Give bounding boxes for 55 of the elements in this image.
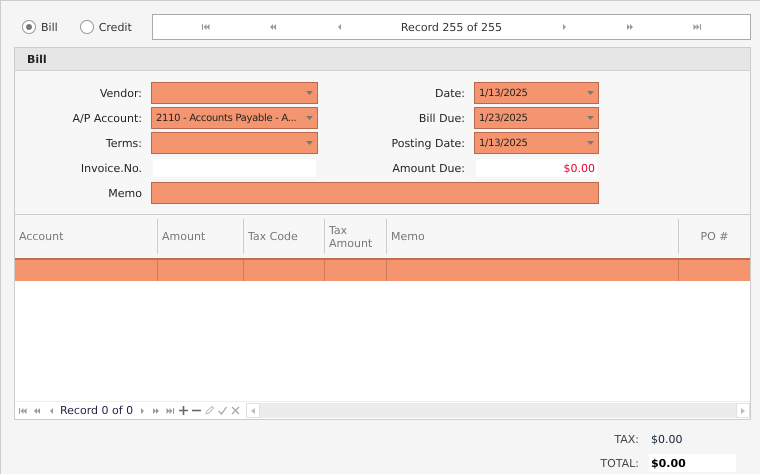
field-label: Bill Due: xyxy=(418,112,465,124)
radio-button[interactable]: Bill xyxy=(22,20,58,34)
previous-page-icon[interactable] xyxy=(268,23,278,31)
total-label: TOTAL: xyxy=(600,456,639,470)
dropdown-field[interactable] xyxy=(151,82,318,104)
last-icon[interactable] xyxy=(165,406,176,414)
add-icon[interactable] xyxy=(179,406,188,415)
previous-page-icon[interactable] xyxy=(32,406,42,414)
tax-value: $0.00 xyxy=(650,432,684,448)
close-icon[interactable] xyxy=(231,406,240,415)
column-header[interactable]: Tax Amount xyxy=(324,219,386,254)
last-icon[interactable] xyxy=(692,23,702,31)
column-header[interactable]: Memo xyxy=(386,219,678,254)
total-label: TAX: xyxy=(613,432,639,446)
field-label: Invoice.No. xyxy=(80,162,142,174)
next-page-icon[interactable] xyxy=(151,406,162,414)
check-icon[interactable] xyxy=(218,406,228,415)
dropdown-field[interactable] xyxy=(151,132,318,154)
dropdown-field[interactable]: 1/23/2025 xyxy=(474,107,599,129)
total-value: $0.00 xyxy=(649,454,736,472)
memo-field[interactable] xyxy=(151,182,599,204)
caret-icon xyxy=(306,91,313,95)
pencil-icon[interactable] xyxy=(205,406,214,415)
first-icon[interactable] xyxy=(201,23,212,31)
column-header[interactable]: Tax Code xyxy=(243,219,324,254)
column-header[interactable]: PO # xyxy=(678,219,750,254)
right-arrow-icon xyxy=(741,408,745,414)
panel-title: Bill xyxy=(15,48,750,71)
horizontal-scrollbar[interactable] xyxy=(246,403,750,418)
first-icon[interactable] xyxy=(18,406,28,414)
record-counter: Record 0 of 0 xyxy=(60,404,134,417)
field-label: Memo xyxy=(107,186,142,200)
field-label: Amount Due: xyxy=(391,162,465,174)
dropdown-field[interactable]: 1/13/2025 xyxy=(474,132,599,154)
scroll-left-button[interactable] xyxy=(246,403,260,418)
field-label: Vendor: xyxy=(98,86,142,100)
field-label: Terms: xyxy=(104,136,142,150)
left-arrow-icon xyxy=(251,408,256,414)
field-label: Posting Date: xyxy=(390,136,465,150)
column-header[interactable]: Account xyxy=(15,219,157,254)
caret-icon xyxy=(587,116,594,120)
radio-button[interactable]: Credit xyxy=(80,20,132,34)
caret-icon xyxy=(587,141,594,145)
column-header[interactable]: Amount xyxy=(157,219,243,254)
dropdown-field[interactable]: 1/13/2025 xyxy=(474,82,599,104)
field-label: A/P Account: xyxy=(72,112,142,124)
caret-icon xyxy=(587,91,594,95)
dropdown-field[interactable]: 2110 - Accounts Payable - A... xyxy=(151,107,318,129)
record-counter: Record 255 of 255 xyxy=(400,20,502,34)
caret-icon xyxy=(306,141,313,145)
next-page-icon[interactable] xyxy=(625,23,636,31)
amount-field[interactable]: $0.00 xyxy=(476,159,597,177)
scroll-right-button[interactable] xyxy=(736,403,750,418)
field-label: Date: xyxy=(434,86,465,100)
caret-icon xyxy=(306,116,313,120)
